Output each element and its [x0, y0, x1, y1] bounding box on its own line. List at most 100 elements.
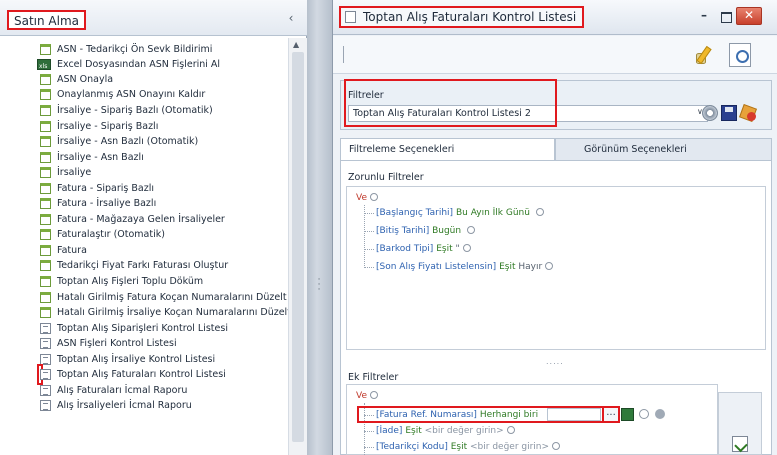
remove-condition-icon[interactable]: [655, 409, 665, 419]
report-icon: [40, 400, 51, 411]
remove-condition-icon[interactable]: [552, 442, 561, 450]
report-icon: [345, 11, 356, 23]
and-operator[interactable]: Ve: [356, 193, 367, 203]
condition-operator[interactable]: Bugün: [432, 226, 461, 236]
filter-condition-row[interactable]: [Başlangıç Tarihi] Bu Ayın İlk Günü: [376, 206, 544, 220]
preview-button[interactable]: [729, 43, 751, 67]
form-icon: [40, 89, 51, 100]
menu-item-label: Fatura - İrsaliye Bazlı: [57, 198, 157, 209]
and-operator[interactable]: Ve: [356, 391, 367, 401]
filter-condition-row[interactable]: [Barkod Tipi] Eşit ": [376, 242, 471, 256]
remove-condition-icon[interactable]: [462, 244, 471, 252]
tree-branch-line: [364, 231, 374, 232]
menu-item-label: İrsaliye - Asn Bazlı (Otomatik): [57, 136, 199, 147]
tree-branch-line: [364, 213, 374, 214]
tree-branch-line: [364, 447, 374, 448]
remove-condition-icon[interactable]: [506, 426, 515, 434]
form-icon: [40, 307, 51, 318]
minimize-button[interactable]: –: [696, 8, 712, 24]
tab-filter-options[interactable]: Filtreleme Seçenekleri: [340, 138, 555, 160]
condition-value[interactable]: Hayır: [518, 262, 542, 272]
condition-field[interactable]: [Bitiş Tarihi]: [376, 226, 429, 236]
condition-value[interactable]: ": [455, 244, 459, 254]
menu-item-label: Toptan Alış İrsaliye Kontrol Listesi: [57, 354, 216, 365]
scrollbar-thumb[interactable]: [292, 52, 304, 442]
condition-operator[interactable]: Eşit: [405, 426, 421, 436]
form-icon: [40, 167, 51, 178]
filter-condition-row[interactable]: [Bitiş Tarihi] Bugün: [376, 224, 475, 238]
close-button[interactable]: ✕: [736, 7, 762, 25]
vertical-scrollbar[interactable]: ▲: [288, 38, 307, 455]
browse-values-button[interactable]: ...: [602, 406, 620, 423]
form-icon: [40, 214, 51, 225]
form-icon: [40, 44, 51, 55]
window-titlebar: Toptan Alış Faturaları Kontrol Listesi –…: [333, 0, 777, 35]
add-condition-icon[interactable]: [639, 409, 649, 419]
condition-value-input[interactable]: [547, 408, 601, 421]
maximize-button[interactable]: [717, 8, 733, 24]
condition-field[interactable]: [Başlangıç Tarihi]: [376, 208, 453, 218]
report-icon: [40, 323, 51, 334]
remove-condition-icon[interactable]: [545, 262, 554, 270]
form-icon: [40, 276, 51, 287]
menu-item-label: Faturalaştır (Otomatik): [57, 229, 165, 240]
filter-condition-row[interactable]: [Son Alış Fiyatı Listelensin] Eşit Hayır: [376, 260, 554, 274]
menu-item-label: Alış İrsaliyeleri İcmal Raporu: [57, 400, 192, 411]
menu-item-label: ASN Fişleri Kontrol Listesi: [57, 338, 177, 349]
gear-icon[interactable]: [702, 105, 718, 121]
toolbar: [333, 36, 777, 74]
condition-operator[interactable]: Eşit: [451, 442, 467, 452]
add-condition-icon[interactable]: [370, 193, 378, 201]
condition-operator[interactable]: Eşit: [499, 262, 515, 272]
scroll-up-icon[interactable]: ▲: [293, 40, 299, 49]
form-icon: [40, 105, 51, 116]
run-report-button[interactable]: [695, 44, 717, 66]
condition-operator[interactable]: Eşit: [436, 244, 452, 254]
menu-item-label: Toptan Alış Siparişleri Kontrol Listesi: [57, 323, 228, 334]
report-icon: [40, 369, 51, 380]
save-icon[interactable]: [721, 105, 737, 121]
splitter-grip-icon[interactable]: · · ·: [317, 276, 321, 298]
condition-field[interactable]: [Tedarikçi Kodu]: [376, 442, 448, 452]
section-splitter[interactable]: .....: [546, 357, 564, 366]
add-condition-icon[interactable]: [370, 391, 378, 399]
tab-view-options[interactable]: Görünüm Seçenekleri: [555, 138, 772, 160]
extra-and-node[interactable]: Ve: [356, 389, 378, 403]
menu-item-label: Hatalı Girilmiş Fatura Koçan Numaraların…: [57, 292, 287, 303]
toolbar-separator: [343, 46, 344, 63]
excel-icon[interactable]: [621, 408, 634, 421]
menu-item-label: ASN - Tedarikçi Ön Sevk Bildirimi: [57, 44, 213, 55]
remove-condition-icon[interactable]: [466, 226, 475, 234]
menu-item-label: Alış Faturaları İcmal Raporu: [57, 385, 188, 396]
menu-item-label: Hatalı Girilmiş İrsaliye Koçan Numaralar…: [57, 307, 288, 318]
condition-value[interactable]: <bir değer girin>: [425, 426, 504, 436]
condition-value[interactable]: <bir değer girin>: [470, 442, 549, 452]
filter-condition-row[interactable]: [İade] Eşit <bir değer girin>: [376, 424, 515, 438]
menu-item-label: Fatura - Sipariş Bazlı: [57, 183, 154, 194]
condition-field[interactable]: [Barkod Tipi]: [376, 244, 433, 254]
menu-item-label: İrsaliye: [57, 167, 92, 178]
navigation-panel: Satın Alma ‹ ASN - Tedarikçi Ön Sevk Bil…: [0, 0, 307, 455]
condition-field[interactable]: [İade]: [376, 426, 402, 436]
form-icon: [40, 183, 51, 194]
window-title-text: Toptan Alış Faturaları Kontrol Listesi: [363, 10, 577, 24]
form-icon: [40, 121, 51, 132]
menu-item-label: İrsaliye - Asn Bazlı: [57, 152, 144, 163]
remove-condition-icon[interactable]: [535, 208, 544, 216]
apply-filter-icon[interactable]: [732, 436, 748, 452]
filters-highlight: [344, 79, 557, 127]
menu-item-label: Fatura - Mağazaya Gelen İrsaliyeler: [57, 214, 225, 225]
condition-field[interactable]: [Son Alış Fiyatı Listelensin]: [376, 262, 496, 272]
filter-condition-row[interactable]: [Tedarikçi Kodu] Eşit <bir değer girin>: [376, 440, 561, 454]
tree-line: [364, 205, 365, 268]
form-icon: [40, 229, 51, 240]
panel-splitter[interactable]: · · ·: [307, 0, 332, 455]
navigation-panel-header: Satın Alma ‹: [0, 0, 307, 36]
menu-item-label: Toptan Alış Fişleri Toplu Döküm: [57, 276, 204, 287]
tree-branch-line: [364, 267, 374, 268]
clear-filter-icon[interactable]: [740, 104, 756, 122]
menu-item-label: Fatura: [57, 245, 87, 256]
collapse-icon[interactable]: ‹: [285, 12, 297, 24]
condition-operator[interactable]: Bu Ayın İlk Günü: [456, 208, 530, 218]
mandatory-and-node[interactable]: Ve: [356, 191, 378, 205]
